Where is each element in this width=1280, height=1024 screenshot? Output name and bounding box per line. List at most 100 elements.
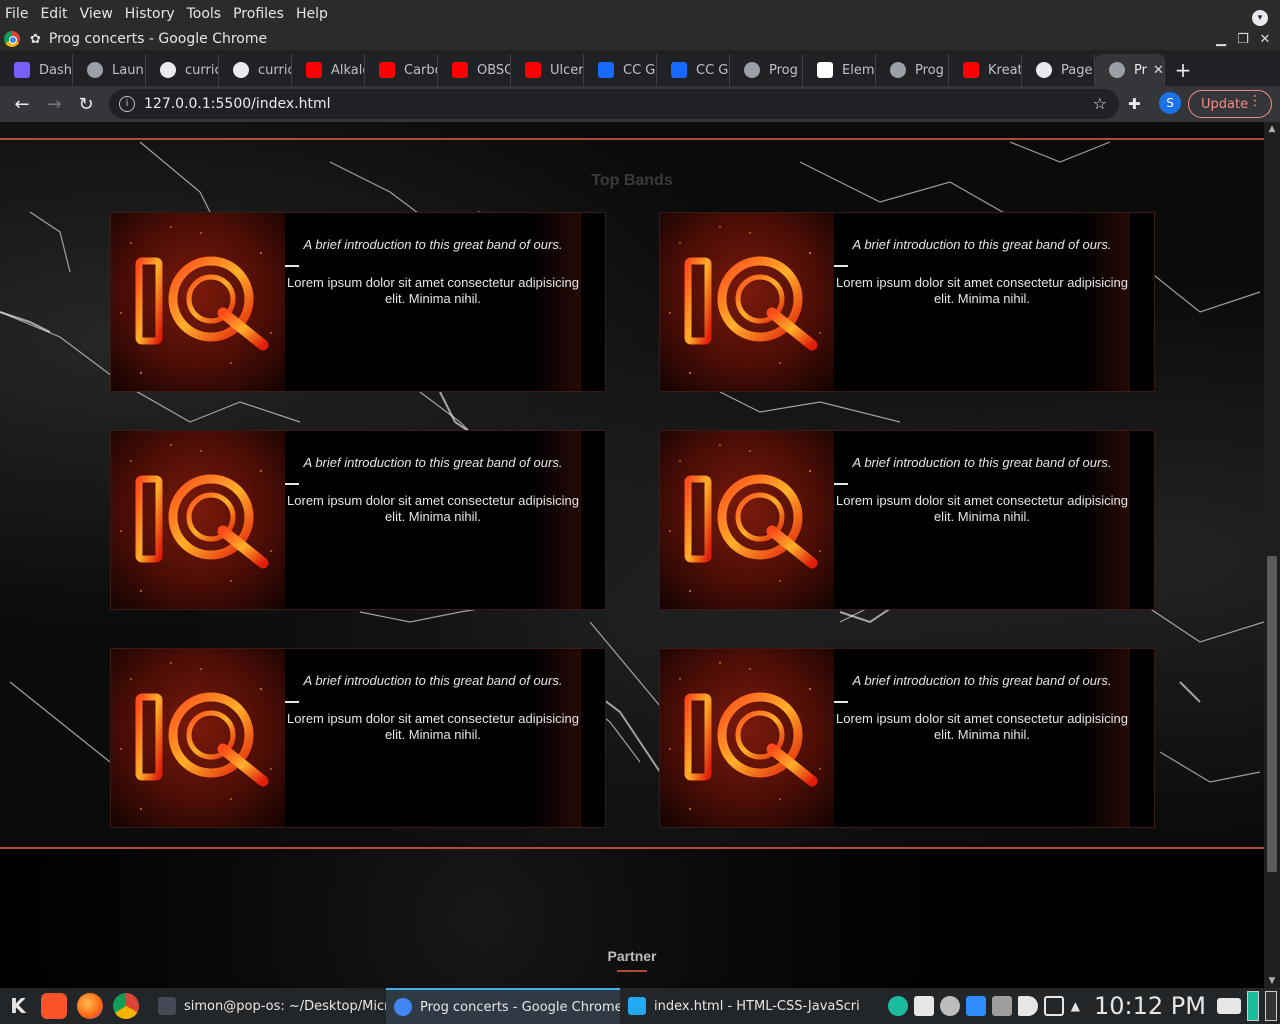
zoom-icon[interactable] [965, 996, 986, 1016]
tab-12[interactable]: Prog [876, 54, 949, 86]
update-button[interactable]: Update ⋮ [1188, 90, 1272, 118]
tab-11[interactable]: Elem [803, 54, 876, 86]
intro-divider [285, 701, 299, 703]
band-card[interactable]: A brief introduction to this great band … [110, 212, 606, 392]
address-url[interactable]: 127.0.0.1:5500/index.html [144, 96, 331, 112]
tab-label: Laun [112, 62, 144, 78]
tab-3[interactable]: curric [219, 54, 292, 86]
menu-edit[interactable]: Edit [34, 0, 73, 28]
media-pause-icon[interactable] [913, 996, 934, 1016]
band-intro: A brief introduction to this great band … [852, 237, 1112, 252]
settings-icon[interactable]: ✿ [30, 32, 41, 47]
menu-tools[interactable]: Tools [181, 0, 228, 28]
tab-2[interactable]: curric [146, 54, 219, 86]
tab-label: CC Gl [623, 62, 656, 78]
tab-6[interactable]: OBSC [438, 54, 511, 86]
tab-label: Page [1061, 62, 1093, 78]
taskbar-task-0[interactable]: simon@pop-os: ~/Desktop/Micr... [150, 988, 386, 1024]
vscode-icon [628, 997, 646, 1015]
system-tray: ▲ 10:12 PM [885, 988, 1280, 1024]
tab-9[interactable]: CC Gl [657, 54, 730, 86]
band-logo-image [111, 649, 285, 827]
tab-label: Prog [915, 62, 944, 78]
behance-icon [671, 62, 687, 78]
tab-5[interactable]: Carbo [365, 54, 438, 86]
tab-label: curric [185, 62, 218, 78]
globe-icon [744, 62, 760, 78]
display-icon[interactable] [1043, 996, 1064, 1016]
intro-divider [834, 701, 848, 703]
notification-icon[interactable] [887, 996, 908, 1016]
tray-expand-icon[interactable]: ▲ [1071, 999, 1080, 1013]
menu-help[interactable]: Help [290, 0, 334, 28]
kde-launcher-icon[interactable]: K [0, 988, 36, 1024]
page-scrollbar[interactable]: ▲ ▼ [1264, 122, 1280, 988]
band-card[interactable]: A brief introduction to this great band … [110, 648, 606, 828]
site-info-icon[interactable]: i [119, 96, 135, 112]
youtube-icon [452, 62, 468, 78]
tab-13[interactable]: Kreat [949, 54, 1022, 86]
tab-8[interactable]: CC Gl [584, 54, 657, 86]
partner-underline [617, 970, 647, 972]
sync-icon[interactable] [939, 996, 960, 1016]
new-tab-button[interactable]: + [1165, 54, 1201, 86]
bookmark-star-icon[interactable]: ☆ [1093, 94, 1107, 113]
chrome-launcher-icon[interactable] [108, 988, 144, 1024]
tab-7[interactable]: Ulcer [511, 54, 584, 86]
band-card[interactable]: A brief introduction to this great band … [659, 430, 1155, 610]
taskbar-task-2[interactable]: index.html - HTML-CSS-JavaScri... [620, 988, 860, 1024]
menu-history[interactable]: History [119, 0, 181, 28]
band-logo-image [660, 649, 834, 827]
tab-search-icon[interactable]: ▾ [1252, 10, 1268, 26]
tab-active[interactable]: Pr ✕ [1095, 54, 1165, 86]
brave-icon[interactable] [36, 988, 72, 1024]
tab-4[interactable]: Alkalo [292, 54, 365, 86]
band-description: Lorem ipsum dolor sit amet consectetur a… [287, 275, 579, 306]
tab-0[interactable]: Dash [0, 54, 73, 86]
show-desktop-icon[interactable] [1217, 998, 1241, 1014]
back-icon[interactable]: ← [6, 94, 38, 115]
forward-icon[interactable]: → [38, 94, 70, 115]
band-intro: A brief introduction to this great band … [303, 455, 563, 470]
app-menubar: File Edit View History Tools Profiles He… [0, 0, 1280, 28]
band-logo-image [660, 213, 834, 391]
clock[interactable]: 10:12 PM [1094, 992, 1206, 1020]
scroll-up-arrow-icon[interactable]: ▲ [1264, 124, 1280, 134]
menu-file[interactable]: File [0, 0, 34, 28]
firefox-icon[interactable] [72, 988, 108, 1024]
github-icon [160, 62, 176, 78]
youtube-icon [525, 62, 541, 78]
section-title: Top Bands [591, 172, 673, 189]
scroll-down-arrow-icon[interactable]: ▼ [1264, 976, 1280, 986]
band-card[interactable]: A brief introduction to this great band … [659, 648, 1155, 828]
scrollbar-thumb[interactable] [1267, 556, 1277, 872]
page-viewport: Top Bands A brief introduction to this g… [0, 122, 1264, 988]
reload-icon[interactable]: ↻ [70, 94, 102, 115]
menu-profiles[interactable]: Profiles [227, 0, 290, 28]
clipboard-icon[interactable] [991, 996, 1012, 1016]
band-logo-image [111, 213, 285, 391]
taskbar-task-1[interactable]: Prog concerts - Google Chrome [386, 988, 620, 1024]
close-tab-icon[interactable]: ✕ [1153, 63, 1164, 78]
menu-view[interactable]: View [74, 0, 119, 28]
close-window-icon[interactable]: ✕ [1254, 32, 1276, 47]
profile-avatar[interactable]: S [1159, 92, 1181, 114]
chrome-icon [4, 31, 20, 47]
address-bar[interactable]: i 127.0.0.1:5500/index.html ☆ [109, 89, 1119, 119]
band-card[interactable]: A brief introduction to this great band … [659, 212, 1155, 392]
minimize-icon[interactable]: ▁ [1210, 32, 1232, 47]
maximize-icon[interactable]: ❐ [1232, 32, 1254, 47]
elementor-icon [817, 62, 833, 78]
volume-icon[interactable] [1017, 996, 1038, 1016]
tab-10[interactable]: Prog [730, 54, 803, 86]
band-card[interactable]: A brief introduction to this great band … [110, 430, 606, 610]
tab-label: Pr [1134, 62, 1147, 78]
partner-heading: Partner [607, 948, 657, 964]
tab-14[interactable]: Page [1022, 54, 1095, 86]
band-logo-image [660, 431, 834, 609]
band-description: Lorem ipsum dolor sit amet consectetur a… [287, 493, 579, 524]
tab-1[interactable]: Laun [73, 54, 146, 86]
extensions-puzzle-icon[interactable]: ✚ [1128, 95, 1141, 113]
tab-label: Dash [39, 62, 72, 78]
tab-label: curric [258, 62, 291, 78]
